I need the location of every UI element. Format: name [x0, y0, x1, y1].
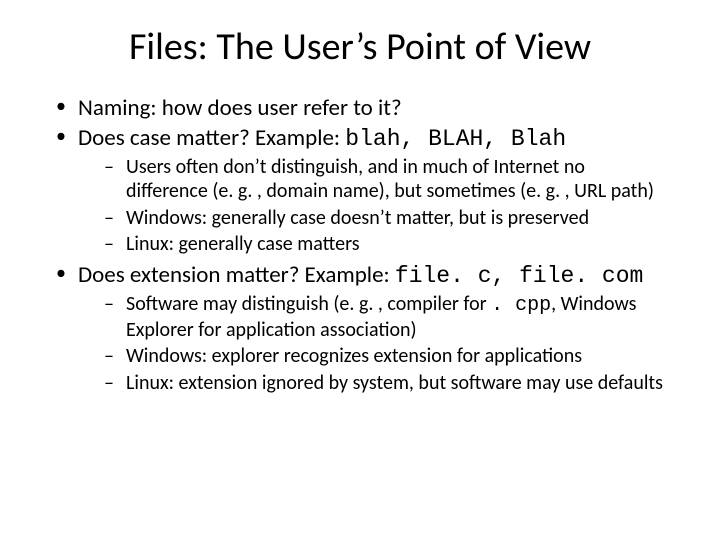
- sub-bullet-text: Linux: generally case matters: [126, 232, 360, 256]
- sub-bullet-text: Linux: extension ignored by system, but …: [126, 371, 663, 395]
- bullet-list-level2: Users often don’t distinguish, and in mu…: [100, 155, 670, 257]
- bullet-list-level2: Software may distinguish (e. g. , compil…: [100, 292, 670, 396]
- sub-bullet: Windows: explorer recognizes extension f…: [100, 344, 670, 368]
- code-example-extension: file. c, file. com: [395, 263, 643, 289]
- sub-bullet: Linux: generally case matters: [100, 232, 670, 256]
- sub-bullet: Linux: extension ignored by system, but …: [100, 371, 670, 395]
- sub-bullet: Users often don’t distinguish, and in mu…: [100, 155, 670, 204]
- bullet-text: Does extension matter? Example:: [78, 261, 395, 289]
- sub-bullet: Software may distinguish (e. g. , compil…: [100, 292, 670, 343]
- bullet-extension: Does extension matter? Example: file. c,…: [50, 261, 670, 396]
- sub-bullet-text: Software may distinguish (e. g. , compil…: [126, 292, 491, 316]
- sub-bullet-text: Windows: explorer recognizes extension f…: [126, 344, 582, 368]
- sub-bullet-text: Users often don’t distinguish, and in mu…: [126, 155, 654, 203]
- bullet-text: Naming: how does user refer to it?: [78, 94, 402, 122]
- code-cpp: . cpp: [491, 294, 551, 317]
- code-example-case: blah, BLAH, Blah: [345, 126, 566, 152]
- sub-bullet-text: Windows: generally case doesn’t matter, …: [126, 206, 589, 230]
- bullet-list-level1: Naming: how does user refer to it? Does …: [50, 94, 670, 395]
- bullet-naming: Naming: how does user refer to it?: [50, 94, 670, 122]
- bullet-text: Does case matter? Example:: [78, 124, 345, 152]
- slide-title: Files: The User’s Point of View: [50, 24, 670, 70]
- slide: Files: The User’s Point of View Naming: …: [0, 0, 720, 540]
- bullet-case: Does case matter? Example: blah, BLAH, B…: [50, 124, 670, 257]
- sub-bullet: Windows: generally case doesn’t matter, …: [100, 206, 670, 230]
